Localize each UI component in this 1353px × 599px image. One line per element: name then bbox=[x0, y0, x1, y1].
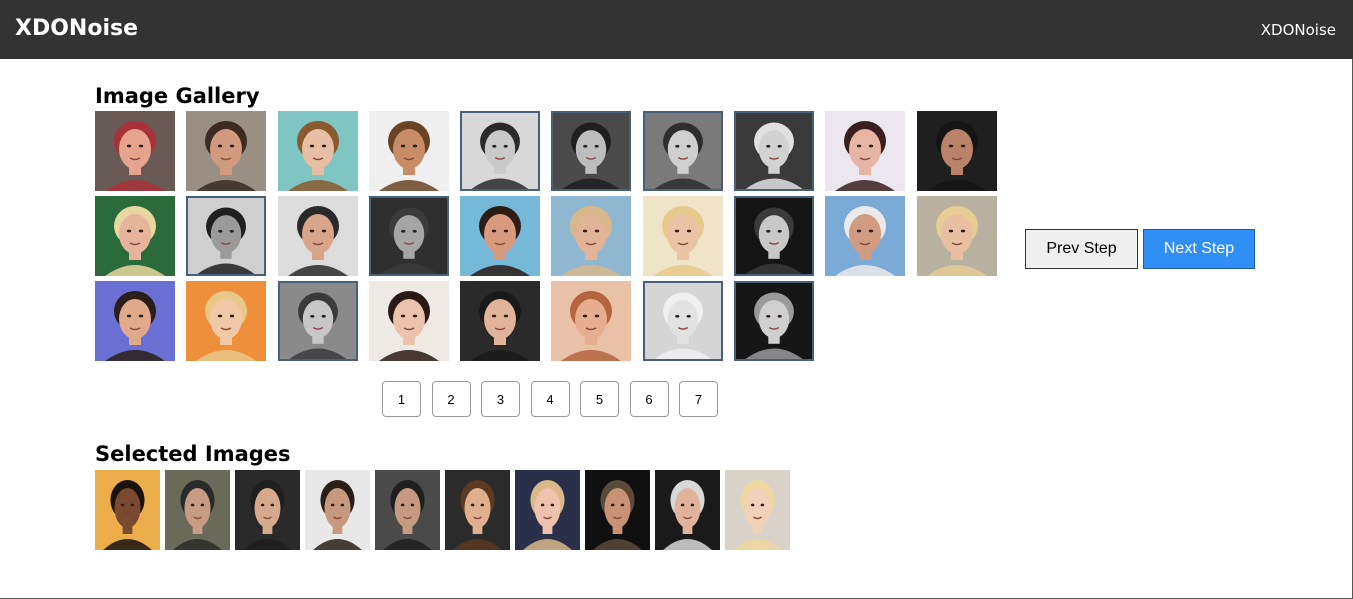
portrait-image bbox=[95, 281, 175, 361]
portrait-image bbox=[445, 470, 510, 550]
selected-thumbnail[interactable] bbox=[165, 470, 230, 550]
portrait-image bbox=[825, 111, 906, 191]
gallery-thumbnail[interactable] bbox=[186, 111, 267, 191]
portrait-image bbox=[277, 196, 358, 276]
gallery-thumbnail[interactable] bbox=[916, 196, 997, 276]
page-button-1[interactable]: 1 bbox=[382, 381, 421, 417]
portrait-image bbox=[460, 281, 541, 361]
selected-thumbnail[interactable] bbox=[235, 470, 300, 550]
selected-thumbnail[interactable] bbox=[515, 470, 580, 550]
portrait-image bbox=[95, 111, 175, 191]
portrait-image bbox=[279, 283, 356, 359]
portrait-image bbox=[736, 113, 813, 189]
portrait-image bbox=[368, 111, 449, 191]
portrait-image bbox=[305, 470, 370, 550]
nav-link-home[interactable]: XDONoise bbox=[1261, 21, 1336, 39]
portrait-image bbox=[655, 470, 720, 550]
portrait-image bbox=[736, 198, 813, 274]
portrait-image bbox=[186, 111, 267, 191]
gallery-thumbnail[interactable] bbox=[460, 196, 541, 276]
gallery-thumbnail[interactable] bbox=[460, 111, 541, 191]
gallery-thumbnail[interactable] bbox=[368, 281, 449, 361]
portrait-image bbox=[644, 283, 721, 359]
portrait-image bbox=[235, 470, 300, 550]
gallery-thumbnail[interactable] bbox=[916, 111, 997, 191]
gallery-title: Image Gallery bbox=[95, 84, 260, 108]
selected-thumbnail[interactable] bbox=[375, 470, 440, 550]
portrait-image bbox=[916, 196, 997, 276]
gallery-thumbnail[interactable] bbox=[551, 111, 632, 191]
gallery-thumbnail[interactable] bbox=[734, 111, 815, 191]
gallery-thumbnail[interactable] bbox=[368, 111, 449, 191]
selected-thumbnail[interactable] bbox=[305, 470, 370, 550]
portrait-image bbox=[462, 113, 539, 189]
gallery-thumbnail[interactable] bbox=[551, 281, 632, 361]
portrait-image bbox=[460, 196, 541, 276]
portrait-image bbox=[642, 196, 723, 276]
portrait-image bbox=[736, 283, 813, 359]
gallery-thumbnail[interactable] bbox=[825, 111, 906, 191]
selected-images-strip bbox=[95, 470, 790, 550]
portrait-image bbox=[368, 281, 449, 361]
gallery-thumbnail[interactable] bbox=[95, 111, 175, 191]
portrait-image bbox=[370, 198, 447, 274]
portrait-image bbox=[551, 196, 632, 276]
selected-images-title: Selected Images bbox=[95, 442, 291, 466]
next-step-button[interactable]: Next Step bbox=[1143, 229, 1255, 269]
navbar: XDONoise XDONoise bbox=[0, 0, 1353, 59]
pagination: 1234567 bbox=[382, 381, 718, 417]
gallery-thumbnail[interactable] bbox=[186, 281, 267, 361]
portrait-image bbox=[277, 111, 358, 191]
portrait-image bbox=[186, 281, 267, 361]
gallery-thumbnail[interactable] bbox=[368, 196, 449, 276]
page-button-5[interactable]: 5 bbox=[580, 381, 619, 417]
image-gallery bbox=[95, 111, 1005, 361]
portrait-image bbox=[375, 470, 440, 550]
portrait-image bbox=[515, 470, 580, 550]
selected-thumbnail[interactable] bbox=[655, 470, 720, 550]
portrait-image bbox=[825, 196, 906, 276]
portrait-image bbox=[553, 113, 630, 189]
page-button-6[interactable]: 6 bbox=[629, 381, 669, 417]
gallery-thumbnail[interactable] bbox=[825, 196, 906, 276]
page-button-3[interactable]: 3 bbox=[481, 381, 520, 417]
portrait-image bbox=[725, 470, 790, 550]
gallery-thumbnail[interactable] bbox=[95, 281, 175, 361]
step-controls: Prev Step Next Step bbox=[1025, 229, 1255, 269]
portrait-image bbox=[644, 113, 721, 189]
gallery-thumbnail[interactable] bbox=[277, 111, 358, 191]
gallery-thumbnail[interactable] bbox=[734, 196, 815, 276]
selected-thumbnail[interactable] bbox=[445, 470, 510, 550]
page-button-2[interactable]: 2 bbox=[431, 381, 471, 417]
portrait-image bbox=[916, 111, 997, 191]
portrait-image bbox=[165, 470, 230, 550]
selected-thumbnail[interactable] bbox=[725, 470, 790, 550]
page-button-7[interactable]: 7 bbox=[679, 381, 718, 417]
portrait-image bbox=[551, 281, 632, 361]
gallery-thumbnail[interactable] bbox=[277, 281, 358, 361]
portrait-image bbox=[95, 196, 175, 276]
gallery-thumbnail[interactable] bbox=[551, 196, 632, 276]
page-button-4[interactable]: 4 bbox=[530, 381, 570, 417]
gallery-thumbnail[interactable] bbox=[642, 196, 723, 276]
selected-thumbnail[interactable] bbox=[95, 470, 160, 550]
portrait-image bbox=[585, 470, 650, 550]
gallery-thumbnail[interactable] bbox=[277, 196, 358, 276]
gallery-thumbnail[interactable] bbox=[734, 281, 815, 361]
selected-thumbnail[interactable] bbox=[585, 470, 650, 550]
gallery-thumbnail[interactable] bbox=[642, 111, 723, 191]
gallery-thumbnail[interactable] bbox=[642, 281, 723, 361]
portrait-image bbox=[188, 198, 265, 274]
prev-step-button[interactable]: Prev Step bbox=[1025, 229, 1138, 269]
gallery-thumbnail[interactable] bbox=[95, 196, 175, 276]
gallery-thumbnail[interactable] bbox=[186, 196, 267, 276]
portrait-image bbox=[95, 470, 160, 550]
brand-logo[interactable]: XDONoise bbox=[15, 16, 138, 41]
gallery-thumbnail[interactable] bbox=[460, 281, 541, 361]
